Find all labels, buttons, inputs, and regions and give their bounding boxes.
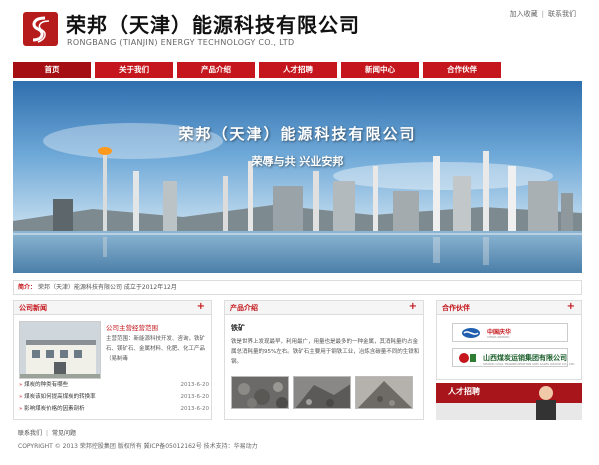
kingho-logo-icon	[462, 328, 480, 338]
footer-separator: |	[46, 430, 49, 437]
top-links-separator: |	[541, 10, 544, 18]
news-thumbnail[interactable]	[19, 321, 101, 379]
panel-title: 合作伙伴	[442, 304, 470, 312]
top-links: 加入收藏 | 联系我们	[510, 9, 576, 19]
more-partners-icon[interactable]: +	[567, 301, 575, 312]
news-item-date: 2013-6-20	[180, 394, 209, 400]
products-panel: 产品介绍 + 铁矿 铁是世界上发现最早，利用最广，用量也是最多的一种金属，其消耗…	[224, 300, 424, 420]
news-item-date: 2013-6-20	[180, 382, 209, 388]
product-image[interactable]	[293, 376, 351, 409]
nav-item-about[interactable]: 关于我们	[95, 62, 173, 78]
news-list-item[interactable]: 煤炭的种类有哪些 2013-6-20	[19, 379, 209, 391]
panel-title: 公司新闻	[19, 304, 47, 312]
banner-slogan: 荣辱与共 兴业安邦	[251, 155, 344, 168]
news-list-item[interactable]: 影响煤炭价格的因素剖析 2013-6-20	[19, 403, 209, 415]
news-list: 煤炭的种类有哪些 2013-6-20 煤炭该如何提高煤炭的转换率 2013-6-20…	[19, 379, 209, 415]
company-name-cn: 荣邦（天津）能源科技有限公司	[66, 13, 360, 37]
partner-name-en: CHINA KINGHO	[487, 335, 510, 339]
banner-title: 荣邦（天津）能源科技有限公司	[178, 125, 417, 143]
nav-item-news[interactable]: 新闻中心	[341, 62, 419, 78]
partner-logo-shanxi-coal[interactable]: 山西煤炭运销集团有限公司 SHANXI COAL TRANSPORTATION …	[452, 348, 574, 367]
add-favorite-link[interactable]: 加入收藏	[510, 10, 538, 18]
recruitment-banner[interactable]: 人才招聘	[436, 383, 582, 420]
company-news-panel: 公司新闻 + 公司主营经营范围 主营范围：新能源科技开发、咨询，铁矿石、镁矿石、…	[13, 300, 212, 420]
partner-name-en: SHANXI COAL TRANSPORTATION AND SALES GRO…	[483, 362, 575, 366]
product-description: 铁是世界上发现最早，利用最广，用量也是最多的一种金属，其消耗量约占金属总消耗量的…	[231, 339, 420, 365]
news-feature-body: 主营范围：新能源科技开发、咨询，铁矿石、镁矿石、金属材料、化肥、化工产品（易制毒	[106, 336, 206, 362]
site-header: 荣邦（天津）能源科技有限公司 RONGBANG (TIANJIN) ENERGY…	[0, 0, 599, 60]
panel-header: 产品介绍 +	[225, 301, 423, 315]
product-name[interactable]: 铁矿	[231, 323, 245, 333]
product-gallery	[231, 376, 421, 409]
main-nav: 首页 关于我们 产品介绍 人才招聘 新闻中心 合作伙伴	[13, 62, 582, 78]
more-products-icon[interactable]: +	[409, 301, 417, 312]
partners-panel: 合作伙伴 + 中国庆华 CHINA KINGHO 山西煤炭运销集团有限公司 SH…	[436, 300, 582, 380]
shanxi-coal-logo-icon	[459, 353, 476, 363]
refinery-illustration	[13, 81, 582, 273]
news-item-date: 2013-6-20	[180, 406, 209, 412]
building-photo-icon	[20, 322, 100, 378]
intro-text[interactable]: 荣邦（天津）能源科技有限公司 成立于2012年12月	[38, 284, 177, 291]
contact-us-link[interactable]: 联系我们	[548, 10, 576, 18]
nav-item-careers[interactable]: 人才招聘	[259, 62, 337, 78]
company-intro-bar: 简介： 荣邦（天津）能源科技有限公司 成立于2012年12月	[13, 280, 582, 295]
ore-pile-photo-icon	[294, 377, 350, 408]
company-logo[interactable]	[23, 12, 58, 46]
copyright-text: COPYRIGHT © 2013 荣邦控股集团 版权所有 冀ICP备050121…	[18, 443, 258, 450]
nav-item-home[interactable]: 首页	[13, 62, 91, 78]
ore-heap-photo-icon	[356, 377, 412, 408]
company-name-en: RONGBANG (TIANJIN) ENERGY TECHNOLOGY CO.…	[67, 38, 295, 47]
panel-title: 产品介绍	[230, 304, 258, 312]
footer-contact-link[interactable]: 联系我们	[18, 430, 42, 437]
news-list-item[interactable]: 煤炭该如何提高煤炭的转换率 2013-6-20	[19, 391, 209, 403]
news-item-title[interactable]: 影响煤炭价格的因素剖析	[19, 406, 85, 412]
product-image[interactable]	[231, 376, 289, 409]
recruit-label: 人才招聘	[448, 387, 480, 396]
hero-banner: 荣邦（天津）能源科技有限公司 荣辱与共 兴业安邦	[13, 81, 582, 273]
panel-header: 合作伙伴 +	[437, 301, 581, 315]
footer-faq-link[interactable]: 常见问题	[52, 430, 76, 437]
intro-label: 简介：	[18, 284, 37, 291]
panel-header: 公司新闻 +	[14, 301, 211, 315]
partner-logo-kingho[interactable]: 中国庆华 CHINA KINGHO	[452, 323, 568, 342]
news-item-title[interactable]: 煤炭的种类有哪些	[19, 382, 68, 388]
news-item-title[interactable]: 煤炭该如何提高煤炭的转换率	[19, 394, 96, 400]
logo-swirl-icon	[32, 16, 50, 43]
iron-ore-photo-icon	[232, 377, 288, 408]
more-news-icon[interactable]: +	[197, 301, 205, 312]
nav-item-partners[interactable]: 合作伙伴	[423, 62, 501, 78]
nav-item-products[interactable]: 产品介绍	[177, 62, 255, 78]
news-feature-title[interactable]: 公司主营经营范围	[106, 322, 158, 332]
product-image[interactable]	[355, 376, 413, 409]
footer-links: 联系我们 | 常见问题	[18, 428, 76, 437]
